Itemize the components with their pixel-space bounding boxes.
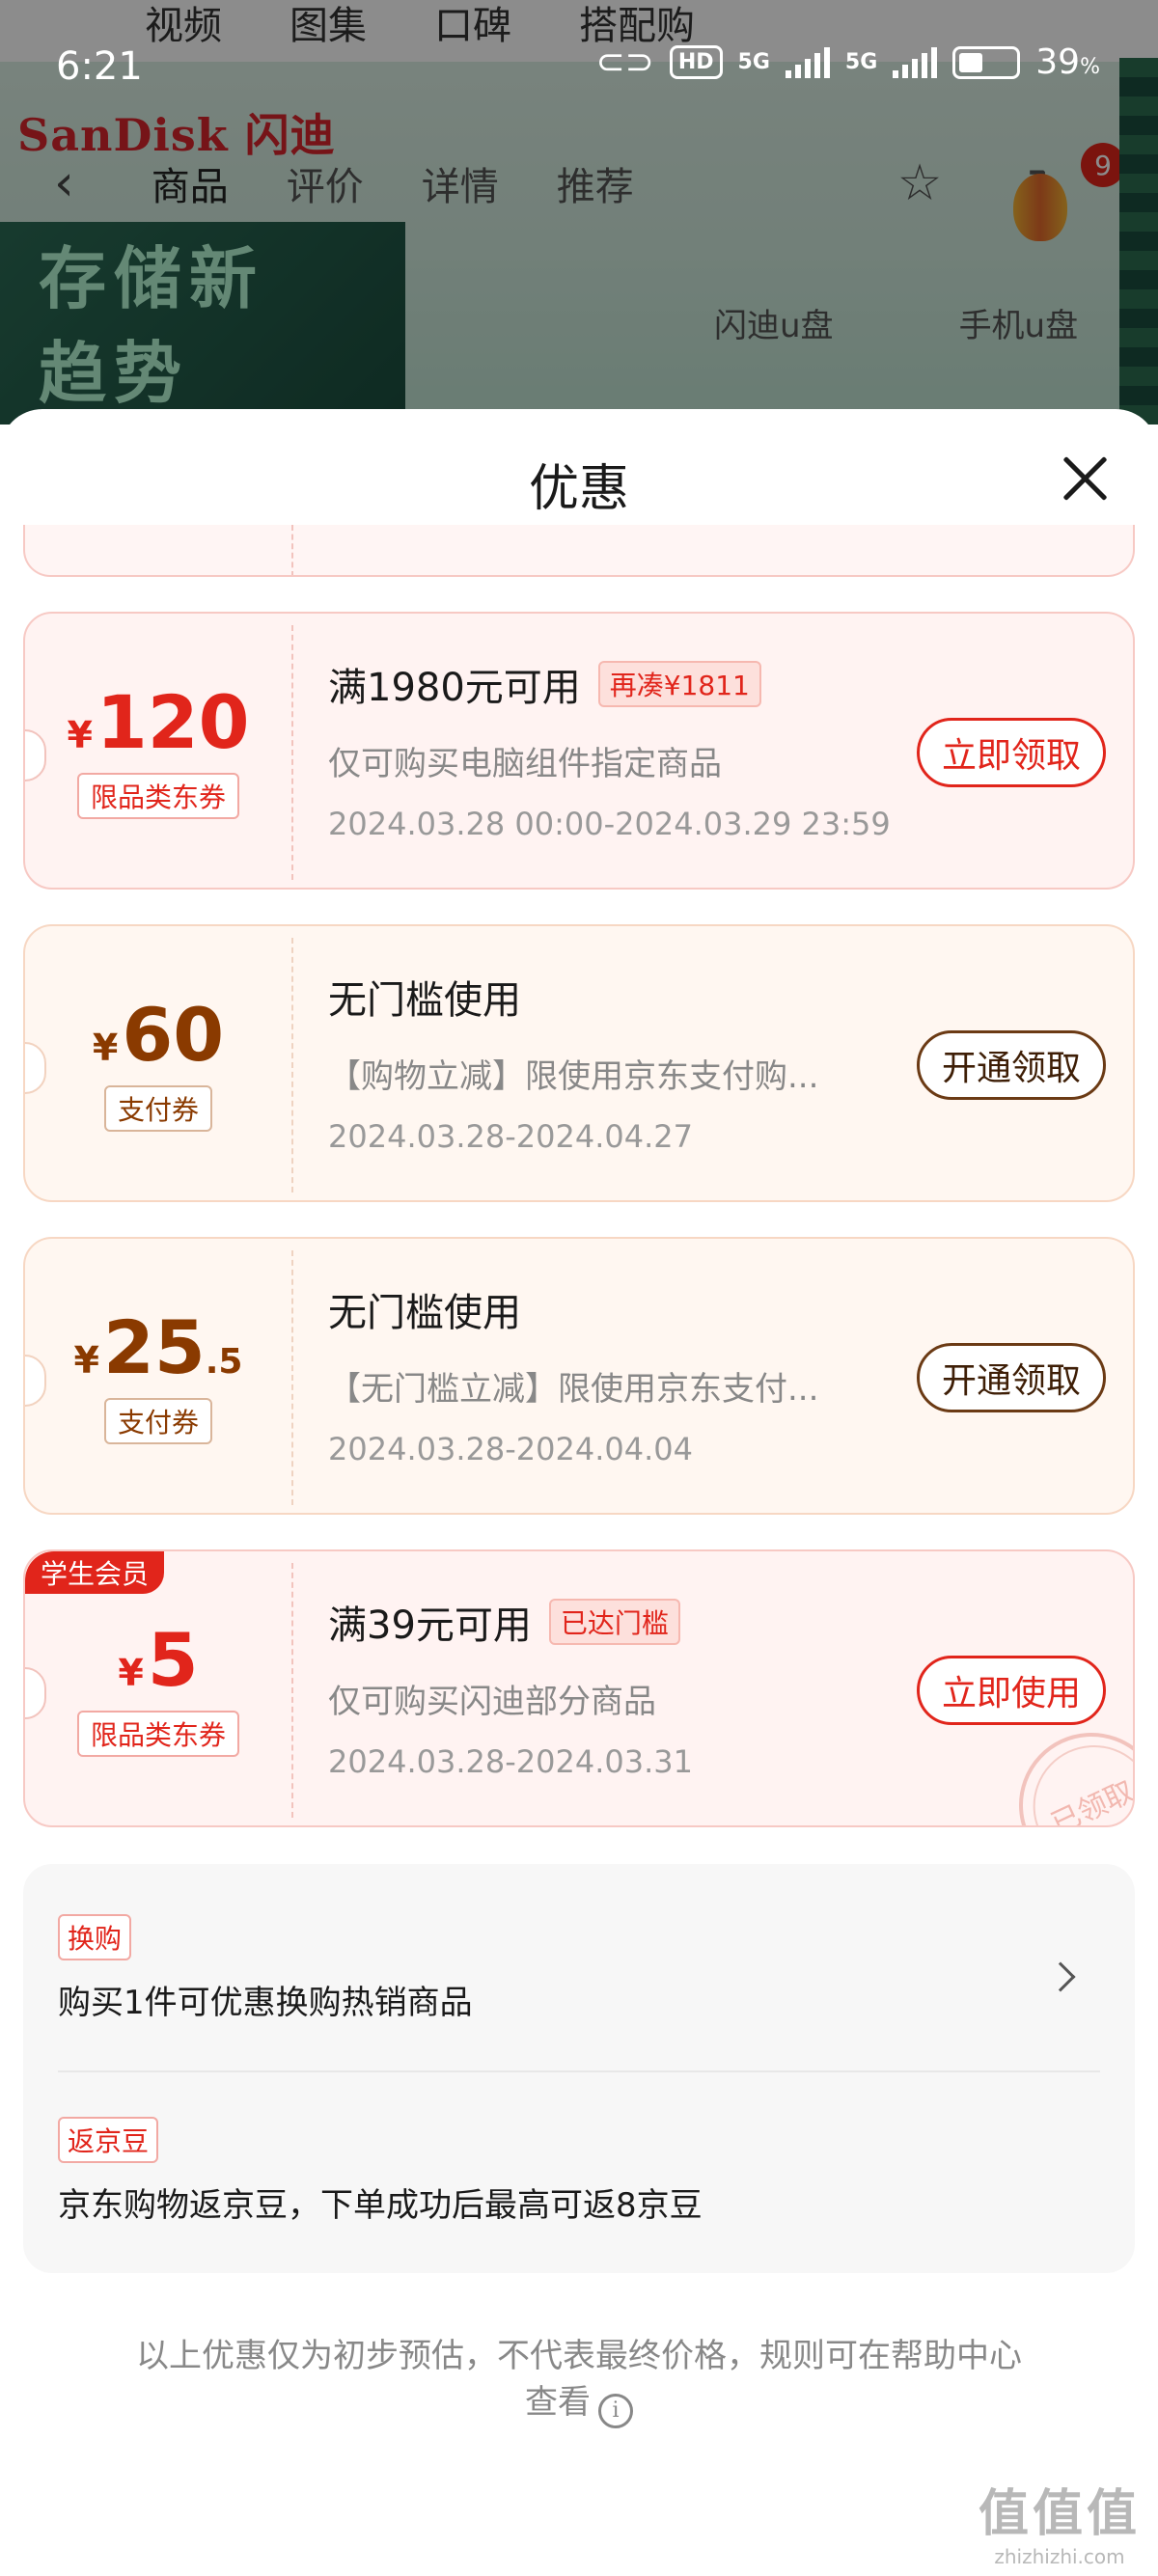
coupon-value: ¥ 5 限品类东券 — [25, 1551, 291, 1825]
claim-button[interactable]: 立即领取 — [917, 718, 1106, 787]
sheet-title: 优惠 — [528, 460, 629, 518]
signal-icon — [893, 46, 938, 78]
coupon-amount: 25 — [102, 1304, 206, 1390]
claimed-stamp: 已领取 — [995, 1709, 1133, 1825]
offer-tag: 返京豆 — [58, 2117, 159, 2163]
offer-tag: 换购 — [58, 1914, 132, 1960]
coupon-value: ¥ 60 支付券 — [25, 926, 291, 1200]
site-watermark: 值值值 zhizhizhi.com — [979, 2473, 1141, 2568]
coupon-validity: 2024.03.28 00:00-2024.03.29 23:59 — [328, 806, 891, 842]
currency-symbol: ¥ — [67, 714, 93, 756]
hd-icon: HD — [669, 45, 723, 79]
coupon-type-tag: 限品类东券 — [76, 1711, 239, 1757]
network-type-label: 5G — [737, 50, 770, 74]
coupon-title: 无门槛使用 — [328, 978, 521, 1023]
coupon-type-tag: 支付券 — [103, 1398, 212, 1444]
coupon-title: 无门槛使用 — [328, 1291, 521, 1335]
coupon-validity: 2024.03.28-2024.04.27 — [328, 1118, 693, 1155]
coupon-card: 学生会员 ¥ 5 限品类东券 满39元可用 已达门槛 仅可购买闪迪部分商品 20… — [23, 1549, 1135, 1827]
currency-symbol: ¥ — [118, 1652, 144, 1694]
signal-icon — [785, 46, 830, 78]
coupon-description: 【无门槛立减】限使用京东支付... — [328, 1370, 819, 1409]
activate-claim-button[interactable]: 开通领取 — [917, 1343, 1106, 1412]
network-type-label: 5G — [844, 50, 878, 74]
coupon-amount: 60 — [122, 992, 225, 1078]
battery-percent: 39% — [1035, 42, 1100, 82]
disclaimer-text: 以上优惠仅为初步预估，不代表最终价格，规则可在帮助中心查看 — [136, 2337, 1022, 2422]
coupon-badge: 再凑¥1811 — [597, 661, 761, 707]
info-icon[interactable]: i — [598, 2394, 633, 2428]
coupon-type-tag: 限品类东券 — [76, 773, 239, 819]
link-icon: ⊂⊃ — [595, 42, 654, 82]
coupon-card: ¥ 60 支付券 无门槛使用 【购物立减】限使用京东支付购... 2024.03… — [23, 924, 1135, 1202]
coupon-description: 仅可购买电脑组件指定商品 — [328, 745, 722, 783]
coupon-card-partial — [23, 525, 1135, 577]
coupon-description: 仅可购买闪迪部分商品 — [328, 1683, 656, 1721]
offer-item-exchange[interactable]: 换购 购买1件可优惠换购热销商品 — [58, 1914, 1100, 2023]
coupon-title: 满1980元可用 — [328, 666, 581, 710]
discount-sheet: 优惠 ¥ 120 限品类东券 满1980元可用 再凑¥1811 仅可购买电脑组件… — [0, 409, 1158, 2576]
offer-text: 京东购物返京豆，下单成功后最高可返8京豆 — [58, 2186, 703, 2225]
coupon-card: ¥ 120 限品类东券 满1980元可用 再凑¥1811 仅可购买电脑组件指定商… — [23, 612, 1135, 890]
coupon-type-tag: 支付券 — [103, 1085, 212, 1132]
close-icon[interactable] — [1056, 450, 1114, 507]
coupon-value: ¥ 25 .5 支付券 — [25, 1239, 291, 1513]
disclaimer: 以上优惠仅为初步预估，不代表最终价格，规则可在帮助中心查看 i — [125, 2333, 1033, 2428]
use-now-button[interactable]: 立即使用 — [917, 1656, 1106, 1725]
status-bar: 6:21 ⊂⊃ HD 5G 5G 39% — [0, 0, 1158, 139]
coupon-title: 满39元可用 — [328, 1603, 532, 1648]
battery-icon — [952, 45, 1021, 79]
status-icons: ⊂⊃ HD 5G 5G 39% — [596, 42, 1100, 82]
currency-symbol: ¥ — [92, 1027, 119, 1069]
offer-text: 购买1件可优惠换购热销商品 — [58, 1984, 473, 2022]
coupon-validity: 2024.03.28-2024.03.31 — [328, 1743, 693, 1780]
coupon-badge: 已达门槛 — [548, 1599, 680, 1645]
divider — [58, 2070, 1100, 2072]
coupon-card: ¥ 25 .5 支付券 无门槛使用 【无门槛立减】限使用京东支付... 2024… — [23, 1237, 1135, 1515]
coupon-amount: 120 — [96, 679, 250, 765]
other-offers: 换购 购买1件可优惠换购热销商品 返京豆 京东购物返京豆，下单成功后最高可返8京… — [23, 1864, 1135, 2273]
activate-claim-button[interactable]: 开通领取 — [917, 1030, 1106, 1100]
coupon-description: 【购物立减】限使用京东支付购... — [328, 1057, 819, 1096]
coupon-validity: 2024.03.28-2024.04.04 — [328, 1431, 693, 1467]
watermark-logo: 值值值 — [978, 2485, 1141, 2543]
coupon-amount: 5 — [147, 1617, 199, 1703]
watermark-url: zhizhizhi.com — [994, 2545, 1125, 2568]
offer-item-jingdou: 返京豆 京东购物返京豆，下单成功后最高可返8京豆 — [58, 2117, 1100, 2226]
coupon-amount-decimal: .5 — [205, 1342, 243, 1382]
coupon-value: ¥ 120 限品类东券 — [25, 614, 291, 888]
status-time: 6:21 — [56, 44, 143, 89]
currency-symbol: ¥ — [73, 1339, 99, 1382]
